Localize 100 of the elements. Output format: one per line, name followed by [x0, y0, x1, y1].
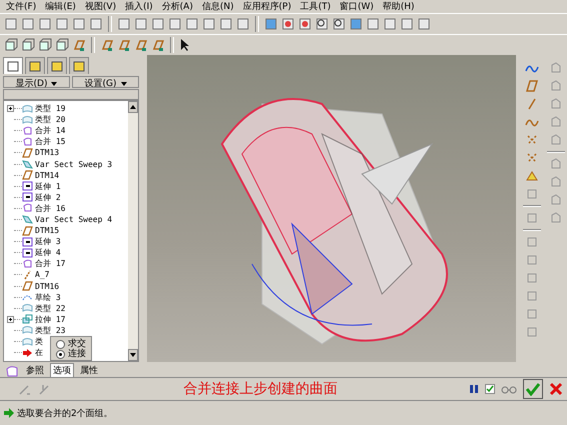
tool-icon[interactable] — [525, 235, 539, 249]
tool-icon[interactable] — [525, 211, 539, 225]
toolbar-icon[interactable] — [4, 38, 18, 52]
radio-option[interactable]: 连接 — [56, 350, 86, 359]
panel-tab[interactable] — [69, 57, 89, 74]
tree-item[interactable]: 类型 19 — [35, 103, 66, 114]
tool-icon — [549, 211, 563, 225]
tree-item[interactable]: 延伸 4 — [35, 247, 61, 258]
tool-icon[interactable] — [525, 271, 539, 285]
tree-item[interactable]: 合并 16 — [35, 202, 66, 214]
tool-icon — [549, 175, 563, 189]
scrollbar[interactable] — [128, 101, 138, 361]
up-arrow-icon[interactable] — [130, 105, 136, 109]
preview-checkbox[interactable] — [485, 384, 495, 394]
radio-label: 求交 — [68, 340, 86, 349]
tree-item[interactable]: DTM16 — [35, 282, 60, 291]
tool-icon[interactable] — [525, 79, 539, 93]
expand-icon[interactable] — [7, 316, 14, 323]
feature-icon — [22, 325, 33, 336]
menu-item[interactable]: 窗口(W) — [340, 0, 374, 13]
tool-icon[interactable] — [525, 307, 539, 321]
feature-icon — [22, 181, 33, 192]
panel-tab[interactable] — [47, 57, 67, 74]
menu-item[interactable]: 分析(A) — [162, 0, 193, 13]
feature-icon — [22, 226, 33, 236]
feature-icon — [22, 192, 33, 202]
pause-icon[interactable] — [469, 384, 479, 394]
tree-item[interactable]: A_7 — [35, 270, 50, 280]
tree-item[interactable]: 类型 20 — [35, 114, 66, 126]
menu-item[interactable]: 信息(N) — [202, 0, 234, 13]
dashboard-tab[interactable]: 参照 — [24, 364, 46, 377]
caret-icon — [51, 82, 58, 86]
toolbar-icon[interactable] — [55, 38, 69, 52]
tree-item[interactable]: 拉伸 17 — [35, 314, 66, 325]
ok-button[interactable] — [523, 379, 543, 399]
tool-icon — [549, 97, 563, 111]
arrow-icon — [4, 408, 14, 418]
feature-icon — [22, 314, 33, 324]
caret-icon — [120, 82, 126, 86]
feature-icon — [22, 348, 33, 358]
tool-icon[interactable] — [525, 253, 539, 267]
feature-icon — [22, 214, 33, 224]
tool-icon[interactable] — [525, 187, 539, 201]
tree-item[interactable]: 延伸 1 — [35, 180, 61, 192]
radio-button[interactable] — [56, 350, 65, 359]
menu-item[interactable]: 工具(T) — [300, 0, 331, 13]
dropdown-button[interactable]: 显示(D) — [3, 76, 70, 88]
panel-tab[interactable] — [25, 57, 45, 74]
toolbar-icon[interactable] — [38, 38, 52, 52]
tree-item[interactable]: 延伸 3 — [35, 236, 61, 248]
radio-option[interactable]: 求交 — [56, 340, 86, 349]
tree-item[interactable]: 在 — [35, 347, 43, 358]
menu-item[interactable]: 帮助(H) — [382, 0, 414, 13]
radio-button[interactable] — [56, 340, 65, 349]
menu-item[interactable]: 应用程序(P) — [242, 0, 292, 13]
tree-item[interactable]: 类型 22 — [35, 302, 66, 314]
tool-icon — [549, 79, 563, 93]
menu-item[interactable]: 文件(F) — [6, 0, 36, 13]
dashboard-tab[interactable]: 选项 — [50, 363, 74, 378]
down-arrow-icon[interactable] — [130, 353, 136, 357]
tree-item[interactable]: 合并 17 — [35, 258, 66, 270]
dashboard-tab[interactable]: 属性 — [78, 364, 100, 377]
tree-item[interactable]: Var Sect Sweep 4 — [35, 214, 112, 224]
menu-item[interactable]: 编辑(E) — [45, 0, 76, 13]
tree-item[interactable]: 类 — [35, 336, 43, 348]
merge-icon — [6, 364, 20, 376]
toolbar-icon[interactable] — [21, 38, 35, 52]
dropdown-button[interactable]: 设置(G) — [72, 76, 139, 88]
tree-item[interactable]: 类型 23 — [35, 324, 66, 336]
tool-icon — [549, 115, 563, 129]
panel-tab[interactable] — [3, 57, 23, 74]
tool-icon — [549, 193, 563, 207]
caption-text: 合并连接上步创建的曲面 — [182, 380, 338, 398]
tool-icon — [549, 133, 563, 147]
tree-item[interactable]: 草绘 3 — [35, 292, 61, 303]
feature-icon — [22, 159, 33, 170]
tree-item[interactable]: DTM13 — [35, 148, 60, 158]
glasses-icon[interactable] — [501, 384, 517, 394]
tree-item[interactable]: Var Sect Sweep 3 — [35, 160, 112, 169]
status-message: 选取要合并的2个面组。 — [17, 408, 113, 420]
menu-item[interactable]: 插入(I) — [125, 0, 153, 13]
tool-icon[interactable] — [525, 289, 539, 303]
toolbar-icon[interactable] — [315, 17, 329, 31]
tree-item[interactable]: DTM14 — [35, 170, 60, 180]
tool-icon[interactable] — [525, 169, 539, 183]
feature-icon — [22, 270, 33, 280]
tree-item[interactable]: 延伸 2 — [35, 192, 61, 203]
feature-icon — [22, 336, 33, 347]
expand-icon[interactable] — [7, 105, 14, 112]
toolbar-icon[interactable] — [332, 17, 346, 31]
tree-item[interactable]: 合并 15 — [35, 136, 66, 148]
tool-icon[interactable] — [525, 325, 539, 339]
feature-icon — [22, 148, 33, 158]
feature-icon — [22, 126, 33, 136]
cancel-icon[interactable] — [549, 382, 563, 396]
tool-icon — [549, 61, 563, 75]
feature-icon — [22, 258, 33, 269]
menu-item[interactable]: 视图(V) — [84, 0, 116, 13]
tree-item[interactable]: 合并 14 — [35, 125, 66, 136]
tree-item[interactable]: DTM15 — [35, 226, 60, 236]
